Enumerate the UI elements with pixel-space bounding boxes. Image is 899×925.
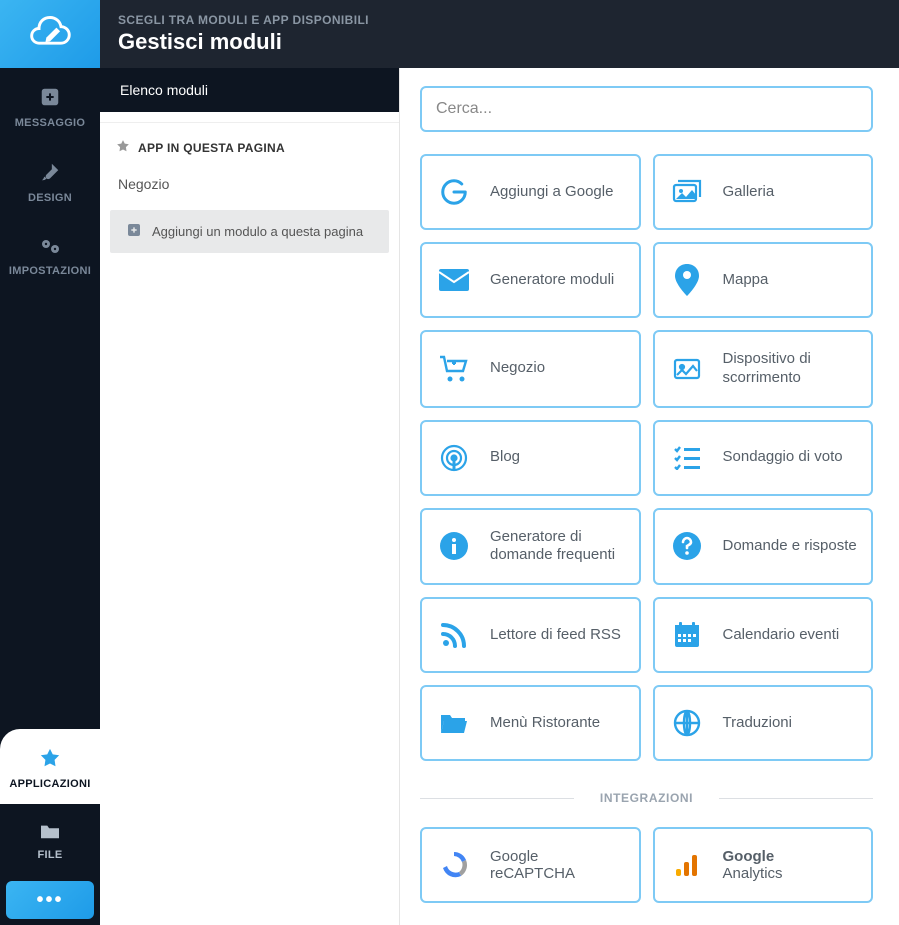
module-card-mappa[interactable]: Mappa: [653, 242, 874, 318]
module-card-domande-risposte[interactable]: Domande e risposte: [653, 508, 874, 586]
integration-card-analytics[interactable]: GoogleAnalytics: [653, 827, 874, 903]
module-card-dispositivo-scorrimento[interactable]: Dispositivo di scorrimento: [653, 330, 874, 408]
question-icon: [669, 532, 705, 560]
integration-label: GoogleAnalytics: [723, 848, 783, 883]
modules-grid: Aggiungi a Google Galleria Generatore mo…: [420, 154, 873, 761]
sidebar: MESSAGGIO DESIGN IMPOSTAZIONI APPLICAZIO…: [0, 0, 100, 925]
module-label: Generatore di domande frequenti: [490, 528, 625, 566]
star-icon: [39, 747, 61, 772]
module-label: Generatore moduli: [490, 271, 614, 290]
gears-icon: [38, 236, 62, 259]
rss-icon: [436, 622, 472, 648]
integrations-grid: GooglereCAPTCHA GoogleAnalytics: [420, 827, 873, 903]
module-label: Traduzioni: [723, 714, 792, 733]
module-card-google[interactable]: Aggiungi a Google: [420, 154, 641, 230]
calendar-icon: [669, 621, 705, 649]
envelope-icon: [436, 269, 472, 291]
module-label: Dispositivo di scorrimento: [723, 350, 858, 388]
module-label: Sondaggio di voto: [723, 448, 843, 467]
cloud-pencil-icon: [28, 12, 72, 56]
module-label: Aggiungi a Google: [490, 183, 613, 202]
add-module-label: Aggiungi un modulo a questa pagina: [152, 224, 363, 239]
main-content: Aggiungi a Google Galleria Generatore mo…: [400, 68, 899, 925]
module-label: Lettore di feed RSS: [490, 626, 621, 645]
google-icon: [436, 177, 472, 207]
module-label: Mappa: [723, 271, 769, 290]
folder-open-icon: [436, 711, 472, 735]
module-card-menu-ristorante[interactable]: Menù Ristorante: [420, 685, 641, 761]
plus-square-icon: [126, 222, 142, 241]
header-title: Gestisci moduli: [118, 29, 881, 55]
module-label: Blog: [490, 448, 520, 467]
folder-icon: [39, 822, 61, 843]
module-card-rss[interactable]: Lettore di feed RSS: [420, 597, 641, 673]
module-label: Galleria: [723, 183, 775, 202]
app-row-negozio[interactable]: Negozio: [100, 166, 399, 202]
nav-label: DESIGN: [28, 192, 72, 204]
podcast-icon: [436, 444, 472, 472]
nav-design[interactable]: DESIGN: [0, 143, 100, 218]
add-module-button[interactable]: Aggiungi un modulo a questa pagina: [110, 210, 389, 253]
recaptcha-icon: [436, 849, 472, 881]
more-button[interactable]: •••: [6, 881, 94, 919]
module-card-sondaggio[interactable]: Sondaggio di voto: [653, 420, 874, 496]
cart-icon: [436, 355, 472, 383]
checklist-icon: [669, 446, 705, 470]
module-label: Menù Ristorante: [490, 714, 600, 733]
brush-icon: [39, 161, 61, 186]
panel-modules: Elenco moduli APP IN QUESTA PAGINA Negoz…: [100, 68, 400, 925]
gallery-icon: [669, 179, 705, 205]
module-card-generatore-moduli[interactable]: Generatore moduli: [420, 242, 641, 318]
module-card-faq-generatore[interactable]: Generatore di domande frequenti: [420, 508, 641, 586]
plus-square-icon: [39, 86, 61, 111]
info-icon: [436, 532, 472, 560]
section-label: APP IN QUESTA PAGINA: [138, 141, 285, 155]
header: SCEGLI TRA MODULI E APP DISPONIBILI Gest…: [100, 0, 899, 68]
module-card-calendario[interactable]: Calendario eventi: [653, 597, 874, 673]
module-label: Domande e risposte: [723, 537, 857, 556]
nav-label: APPLICAZIONI: [9, 778, 90, 790]
header-subtitle: SCEGLI TRA MODULI E APP DISPONIBILI: [118, 13, 881, 27]
module-card-blog[interactable]: Blog: [420, 420, 641, 496]
nav-label: IMPOSTAZIONI: [9, 265, 91, 277]
nav-label: MESSAGGIO: [15, 117, 86, 129]
nav-label: FILE: [37, 849, 62, 861]
logo[interactable]: [0, 0, 100, 68]
module-card-galleria[interactable]: Galleria: [653, 154, 874, 230]
module-card-negozio[interactable]: Negozio: [420, 330, 641, 408]
slider-img-icon: [669, 357, 705, 381]
integrations-divider: INTEGRAZIONI: [420, 791, 873, 805]
module-label: Negozio: [490, 359, 545, 378]
star-outline-icon: [116, 139, 130, 156]
nav-file[interactable]: FILE: [0, 804, 100, 875]
globe-icon: [669, 709, 705, 737]
tab-elenco-moduli[interactable]: Elenco moduli: [100, 68, 399, 112]
search-input[interactable]: [420, 86, 873, 132]
integration-card-recaptcha[interactable]: GooglereCAPTCHA: [420, 827, 641, 903]
analytics-icon: [669, 851, 705, 879]
nav-messaggio[interactable]: MESSAGGIO: [0, 68, 100, 143]
nav-applicazioni[interactable]: APPLICAZIONI: [0, 729, 100, 804]
section-app-in-pagina: APP IN QUESTA PAGINA: [100, 122, 399, 166]
module-label: Calendario eventi: [723, 626, 840, 645]
module-card-traduzioni[interactable]: Traduzioni: [653, 685, 874, 761]
map-pin-icon: [669, 264, 705, 296]
integration-label: GooglereCAPTCHA: [490, 848, 575, 883]
nav-impostazioni[interactable]: IMPOSTAZIONI: [0, 218, 100, 291]
